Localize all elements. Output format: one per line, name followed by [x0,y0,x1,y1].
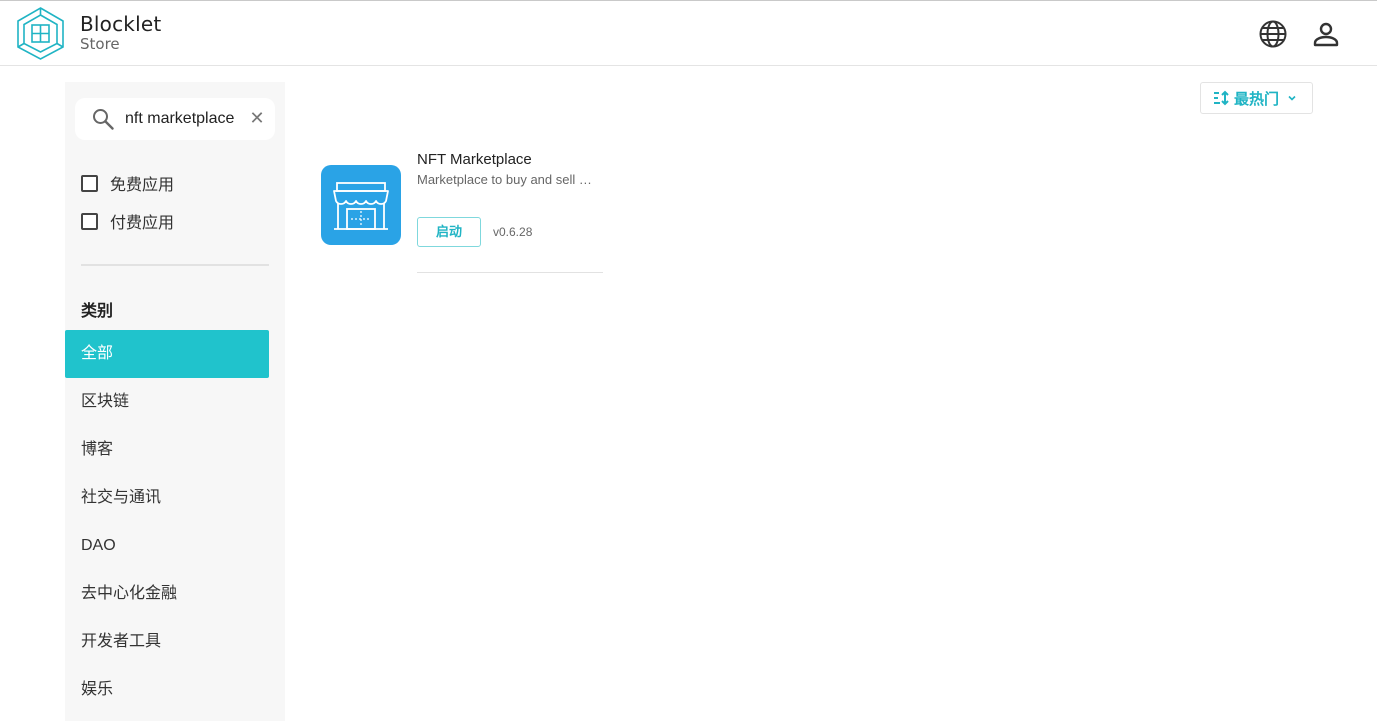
blocklet-logo-icon[interactable] [14,7,67,60]
app-name[interactable]: NFT Marketplace [417,151,532,168]
search-input[interactable] [125,106,243,132]
category-item-all[interactable]: 全部 [65,330,269,378]
category-item-social[interactable]: 社交与通讯 [65,474,269,522]
filter-free-apps[interactable]: 免费应用 [81,171,174,195]
launch-button[interactable]: 启动 [417,217,481,247]
app-description: Marketplace to buy and sell … [417,172,592,187]
free-apps-checkbox[interactable] [81,174,98,192]
paid-apps-checkbox[interactable] [81,212,98,230]
app-icon[interactable] [321,165,401,245]
brand-name: Blocklet [80,12,162,36]
storefront-icon [333,182,389,230]
category-item-blog[interactable]: 博客 [65,426,269,474]
language-globe-icon[interactable] [1258,19,1288,49]
category-item-dev-tools[interactable]: 开发者工具 [65,618,269,666]
filter-paid-apps[interactable]: 付费应用 [81,209,174,233]
category-item-blockchain[interactable]: 区块链 [65,378,269,426]
clear-search-icon[interactable]: ✕ [247,108,267,128]
sort-label: 最热门 [1234,90,1280,108]
filter-label: 付费应用 [110,215,175,232]
category-item-entertainment[interactable]: 娱乐 [65,666,269,714]
brand-subtitle: Store [80,35,120,53]
category-item-defi[interactable]: 去中心化金融 [65,570,269,618]
category-item-dao[interactable]: DAO [65,522,269,570]
user-account-icon[interactable] [1312,20,1340,48]
search-box: ✕ [75,98,275,140]
sort-dropdown-button[interactable]: 最热门 [1200,82,1313,114]
filter-label: 免费应用 [110,177,175,194]
sidebar-divider [81,264,269,266]
app-header: Blocklet Store [0,1,1377,66]
search-icon [93,109,114,130]
filter-sidebar: ✕ 免费应用 付费应用 类别 全部 区块链 博客 社交与通讯 DAO 去中心化金… [65,82,285,721]
sort-icon [1214,90,1229,106]
card-divider [417,272,603,273]
chevron-down-icon [1288,95,1296,101]
app-version: v0.6.28 [493,225,533,239]
category-title: 类别 [81,303,114,320]
